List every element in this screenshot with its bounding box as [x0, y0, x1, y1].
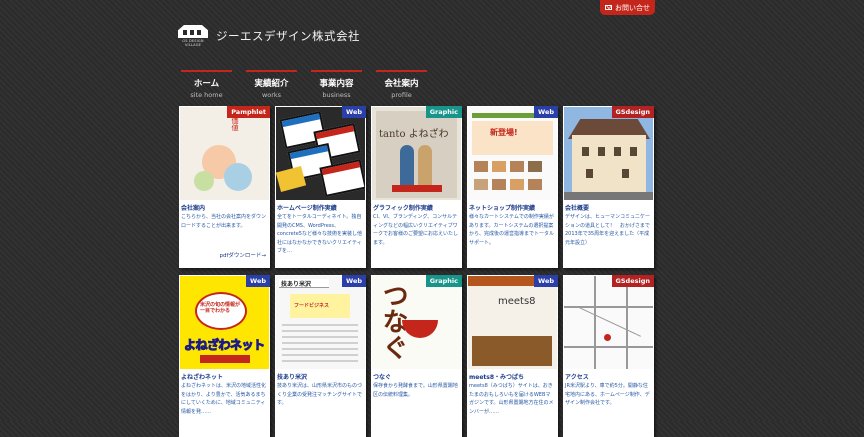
- category-badge: Web: [342, 106, 366, 118]
- thumb-text: 新登場!: [490, 128, 518, 137]
- thumb-text: meets8: [498, 296, 536, 307]
- card-thumbnail: [564, 107, 653, 200]
- card-company-overview[interactable]: GSdesign 会社概要 デザインは、ヒューマンコミュニケーションの道具として…: [563, 106, 654, 268]
- card-graphic-works[interactable]: tanto よねざわ Graphic グラフィック制作実績 CI、VI、ブランデ…: [371, 106, 462, 268]
- card-yonezawa-net[interactable]: 米沢の旬の情報が一目でわかる よねざわネット Web よねざわネット よねざわネ…: [179, 275, 270, 437]
- card-title[interactable]: グラフィック制作実績: [373, 203, 433, 212]
- card-thumbnail: tanto よねざわ: [372, 107, 461, 200]
- card-access[interactable]: GSdesign アクセス JR米沢駅より、車で約5分。開静な住宅地内にある、ホ…: [563, 275, 654, 437]
- card-thumbnail: meets8: [468, 276, 557, 369]
- category-badge: GSdesign: [611, 275, 654, 287]
- thumb-text: 技あり米沢: [281, 281, 312, 288]
- card-title[interactable]: meets8・みつばち: [469, 372, 524, 381]
- category-badge: GSdesign: [611, 106, 654, 118]
- contact-label: お問い合せ: [615, 3, 650, 12]
- house-icon: [178, 25, 208, 38]
- nav-item-business[interactable]: 事業内容 business: [311, 70, 362, 99]
- thumb-subtext: フードビジネス: [294, 303, 330, 309]
- category-badge: Pamphlet: [227, 106, 270, 118]
- nav-sublabel: business: [322, 91, 351, 99]
- nav-sublabel: profile: [391, 91, 412, 99]
- pdf-download-link[interactable]: pdfダウンロード→: [219, 251, 266, 259]
- thumb-text: tanto よねざわ: [379, 129, 449, 140]
- nav-sublabel: works: [261, 91, 282, 99]
- card-description: 全てをトータルコーディネイト。独自開発のCMS、WordPress、concre…: [277, 214, 362, 254]
- category-badge: Graphic: [425, 275, 462, 287]
- card-thumbnail: 米沢の旬の情報が一目でわかる よねざわネット: [180, 276, 269, 369]
- thumb-text: 価値: [231, 117, 239, 131]
- card-company-pamphlet[interactable]: 価値 Pamphlet 会社案内 こちらから、当社の会社案内をダウンロードするこ…: [179, 106, 270, 268]
- card-netshop-works[interactable]: 新登場! Web ネットショップ制作実績 様々なカートシステムでの制作実績があり…: [467, 106, 558, 268]
- card-title[interactable]: アクセス: [565, 372, 589, 381]
- works-grid: 価値 Pamphlet 会社案内 こちらから、当社の会社案内をダウンロードするこ…: [179, 106, 654, 437]
- card-description: こちらから、当社の会社案内をダウンロードすることが出来ます。: [181, 214, 267, 229]
- category-badge: Web: [342, 275, 366, 287]
- card-thumbnail: 新登場!: [468, 107, 557, 200]
- card-description: CI、VI、ブランディング、コンサルティングなどの幅広いクリエイティブワークでお…: [373, 214, 459, 246]
- card-title[interactable]: つなぐ: [373, 372, 391, 381]
- card-description: デザインは、ヒューマンコミュニケーションの道具として！ おかげさまで2013年で…: [565, 214, 651, 246]
- thumb-subtext: 米沢の旬の情報が一目でわかる: [200, 302, 241, 314]
- card-title[interactable]: 会社概要: [565, 203, 589, 212]
- card-web-works[interactable]: Web ホームページ制作実績 全てをトータルコーディネイト。独自開発のCMS、W…: [275, 106, 366, 268]
- card-description: JR米沢駅より、車で約5分。開静な住宅地内にある、ホームページ制作、デザイン制作…: [565, 383, 650, 406]
- card-description: meets8（みつばち）サイトは、おきたまのおもしろいもを届けるWEBマガジンで…: [469, 383, 554, 415]
- card-thumbnail: つなぐ: [372, 276, 461, 369]
- category-badge: Web: [534, 106, 558, 118]
- main-nav: ホーム site home 実績紹介 works 事業内容 business 会…: [181, 70, 427, 99]
- nav-label: 事業内容: [319, 79, 354, 89]
- nav-item-home[interactable]: ホーム site home: [181, 70, 232, 99]
- card-thumbnail: [564, 276, 653, 369]
- card-title[interactable]: ホームページ制作実績: [277, 203, 337, 212]
- category-badge: Graphic: [425, 106, 462, 118]
- nav-label: 会社案内: [384, 79, 419, 89]
- mail-icon: [605, 5, 612, 10]
- card-title[interactable]: 会社案内: [181, 203, 205, 212]
- card-thumbnail: 価値: [180, 107, 269, 200]
- card-description: よねざわネットは、米沢の地域活性化をはかり、より豊かで、活気あるまちにしていくた…: [181, 383, 267, 415]
- card-thumbnail: [276, 107, 365, 200]
- category-badge: Web: [246, 275, 270, 287]
- contact-button[interactable]: お問い合せ: [600, 0, 655, 15]
- map-pin-icon: [604, 334, 611, 341]
- card-wazaari-yonezawa[interactable]: 技あり米沢 フードビジネス Web 技あり米沢 技あり米沢は、山形県米沢市のもの…: [275, 275, 366, 437]
- card-thumbnail: 技あり米沢 フードビジネス: [276, 276, 365, 369]
- card-meets8[interactable]: meets8 Web meets8・みつばち meets8（みつばち）サイトは、…: [467, 275, 558, 437]
- logo-mark: GS DESIGN VILLAGE: [176, 25, 210, 47]
- card-title[interactable]: よねざわネット: [181, 372, 223, 381]
- site-logo[interactable]: GS DESIGN VILLAGE ジーエスデザイン株式会社: [176, 25, 360, 47]
- nav-label: 実績紹介: [254, 79, 289, 89]
- company-name: ジーエスデザイン株式会社: [216, 29, 360, 43]
- logo-caption: GS DESIGN VILLAGE: [182, 39, 204, 47]
- card-title[interactable]: ネットショップ制作実績: [469, 203, 535, 212]
- nav-item-profile[interactable]: 会社案内 profile: [376, 70, 427, 99]
- card-tsunagu[interactable]: つなぐ Graphic つなぐ 保存食から発酵食まで。山形県置賜地区の伝統料理集…: [371, 275, 462, 437]
- category-badge: Web: [534, 275, 558, 287]
- nav-label: ホーム: [193, 79, 220, 89]
- card-title[interactable]: 技あり米沢: [277, 372, 307, 381]
- nav-item-works[interactable]: 実績紹介 works: [246, 70, 297, 99]
- card-description: 保存食から発酵食まで。山形県置賜地区の伝統料理集。: [373, 383, 458, 398]
- card-description: 技あり米沢は、山形県米沢市のものづくり企業の受発注マッチングサイトです。: [277, 383, 363, 406]
- thumb-text: よねざわネット: [184, 338, 266, 353]
- card-description: 様々なカートシステムでの制作実績があります。カートシステムの選択提案から、完成後…: [469, 214, 555, 246]
- nav-sublabel: site home: [190, 91, 223, 99]
